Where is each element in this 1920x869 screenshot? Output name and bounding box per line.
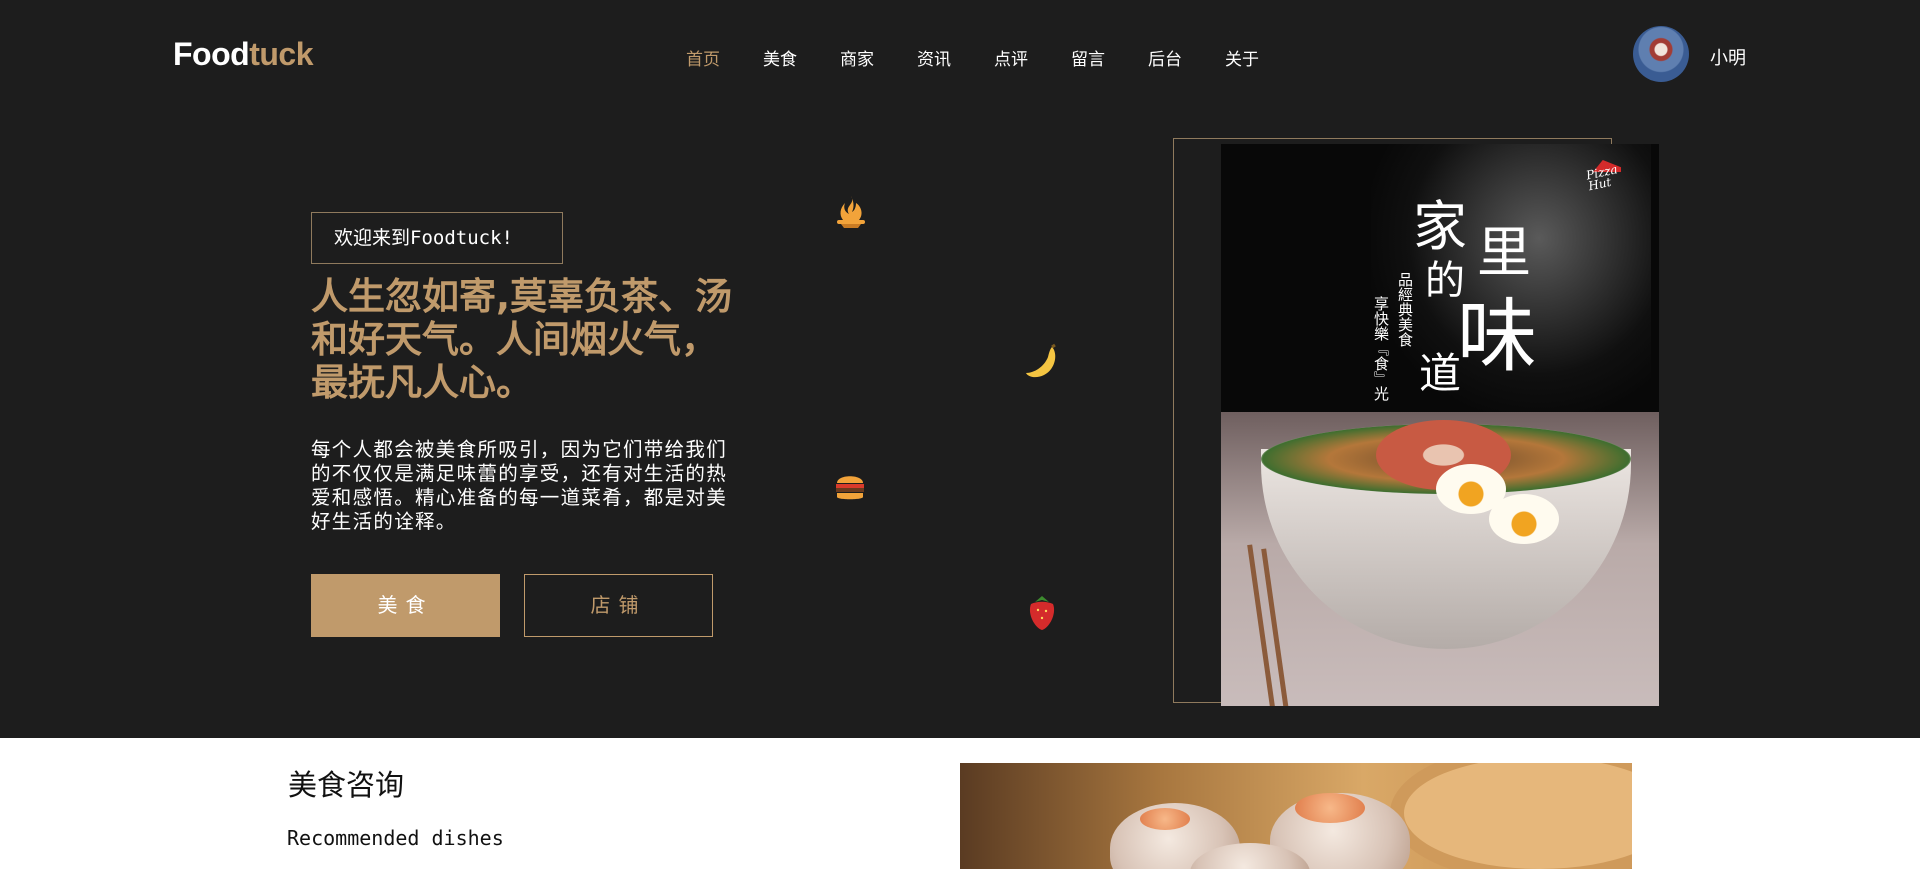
logo[interactable]: Foodtuck	[173, 36, 313, 73]
poster-char-dao: 道	[1419, 349, 1462, 398]
shrimp-topping	[1295, 793, 1365, 823]
avatar[interactable]	[1633, 26, 1689, 82]
logo-part-food: Food	[173, 36, 250, 72]
flame-dish-icon	[837, 196, 865, 228]
shrimp-topping	[1140, 808, 1190, 830]
nav-reviews[interactable]: 点评	[994, 45, 1028, 70]
nav-messages[interactable]: 留言	[1071, 45, 1105, 70]
nav-admin[interactable]: 后台	[1148, 45, 1182, 70]
egg	[1489, 494, 1559, 544]
logo-part-tuck: tuck	[249, 36, 313, 72]
welcome-box: 欢迎来到Foodtuck!	[311, 212, 563, 264]
section-title: 美食咨询	[288, 768, 405, 802]
banana-icon	[1026, 343, 1056, 378]
shop-button[interactable]: 店铺	[524, 574, 713, 637]
steamer-lid	[1390, 763, 1632, 869]
username[interactable]: 小明	[1710, 44, 1746, 70]
nav-food[interactable]: 美食	[763, 45, 797, 70]
nav-news[interactable]: 资讯	[917, 45, 951, 70]
nav-merchants[interactable]: 商家	[840, 45, 874, 70]
dim-sum-image[interactable]	[960, 763, 1632, 869]
nav-home[interactable]: 首页	[686, 45, 720, 70]
food-button[interactable]: 美食	[311, 574, 500, 637]
poster-image[interactable]: 家 里 的 味 道 品經典美食 享快樂『食』光 Pizza Hut	[1221, 144, 1659, 706]
section-subtitle: Recommended dishes	[287, 826, 504, 850]
hero-description: 每个人都会被美食所吸引，因为它们带给我们的不仅仅是满足味蕾的享受，还有对生活的热…	[311, 438, 728, 533]
poster-subtitle-col2: 享快樂『食』光	[1372, 296, 1390, 401]
strawberry-icon	[1029, 596, 1055, 630]
burger-icon	[836, 476, 864, 500]
poster-char-wei: 味	[1457, 290, 1537, 383]
main-nav: 首页 美食 商家 资讯 点评 留言 后台 关于	[686, 45, 1302, 70]
poster-subtitle-col1: 品經典美食	[1396, 272, 1414, 347]
hero-headline: 人生忽如寄,莫辜负茶、汤和好天气。人间烟火气，最抚凡人心。	[311, 275, 733, 404]
nav-about[interactable]: 关于	[1225, 45, 1259, 70]
